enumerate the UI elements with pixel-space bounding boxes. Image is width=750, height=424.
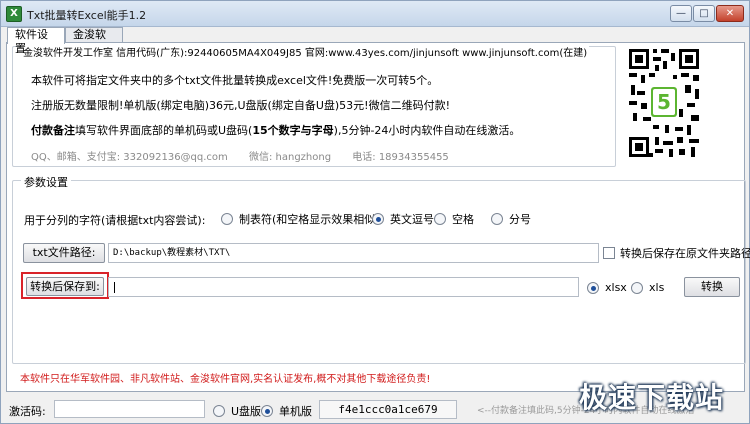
tab-software-settings[interactable]: 软件设置 bbox=[7, 27, 65, 55]
qr-logo-badge: 5 bbox=[657, 90, 671, 114]
radio-space-separator[interactable]: 空格 bbox=[434, 211, 474, 227]
txt-path-input[interactable]: D:\backup\教程素材\TXT\ bbox=[108, 243, 599, 263]
radio-dot-selected bbox=[261, 405, 273, 417]
save-to-input[interactable] bbox=[108, 277, 579, 297]
radio-standalone-edition[interactable]: 单机版 bbox=[261, 403, 312, 419]
radio-usb-label: U盘版 bbox=[231, 405, 262, 418]
info-line-intro: 本软件可将指定文件夹中的多个txt文件批量转换成excel文件!免费版一次可转5… bbox=[31, 74, 439, 87]
app-icon: X bbox=[6, 6, 22, 22]
radio-usb-edition[interactable]: U盘版 bbox=[213, 403, 261, 419]
radio-format-xls[interactable]: xls bbox=[631, 281, 664, 294]
radio-tab-label: 制表符(和空格显示效果相似) bbox=[239, 213, 380, 226]
radio-semicolon-separator[interactable]: 分号 bbox=[491, 211, 531, 227]
params-group: 参数设置 用于分列的字符(请根据txt内容尝试): 制表符(和空格显示效果相似)… bbox=[12, 174, 750, 364]
maximize-button[interactable]: □ bbox=[693, 5, 715, 22]
separator-label: 用于分列的字符(请根据txt内容尝试): bbox=[24, 214, 206, 227]
contact-line: QQ、邮箱、支付宝: 332092136@qq.com 微信: hangzhon… bbox=[31, 148, 467, 163]
radio-dot-selected bbox=[372, 213, 384, 225]
wechat-qr-code: 5 bbox=[625, 45, 703, 161]
payment-note-emphasis: 15个数字与字母 bbox=[252, 124, 334, 137]
radio-dot bbox=[221, 213, 233, 225]
payment-note-text: 填写软件界面底部的单机码或U盘码( bbox=[75, 124, 253, 137]
window-title: Txt批量转Excel能手1.2 bbox=[27, 9, 147, 22]
radio-tab-separator[interactable]: 制表符(和空格显示效果相似) bbox=[221, 211, 380, 227]
radio-format-xlsx[interactable]: xlsx bbox=[587, 281, 627, 294]
tab-jinjun-software[interactable]: 金浚软件 bbox=[65, 27, 123, 55]
checkbox-box bbox=[603, 247, 615, 259]
txt-path-button[interactable]: txt文件路径: bbox=[23, 243, 105, 263]
radio-comma-label: 英文逗号 bbox=[390, 213, 434, 226]
info-legend: 金浚软件开发工作室 信用代码(广东):92440605MA4X049J85 官网… bbox=[21, 44, 590, 59]
settings-panel: 金浚软件开发工作室 信用代码(广东):92440605MA4X049J85 官网… bbox=[6, 42, 750, 392]
minimize-button[interactable]: — bbox=[670, 5, 692, 22]
info-line-payment: 付款备注填写软件界面底部的单机码或U盘码(15个数字与字母),5分钟-24小时内… bbox=[31, 122, 520, 138]
info-group: 金浚软件开发工作室 信用代码(广东):92440605MA4X049J85 官网… bbox=[12, 44, 616, 167]
save-in-source-folder-checkbox[interactable]: 转换后保存在原文件夹路径 bbox=[603, 245, 750, 261]
save-in-source-folder-label: 转换后保存在原文件夹路径 bbox=[620, 247, 750, 260]
radio-dot-selected bbox=[587, 281, 599, 294]
payment-note-label: 付款备注 bbox=[31, 124, 75, 137]
convert-button[interactable]: 转换 bbox=[684, 277, 740, 297]
radio-semicolon-label: 分号 bbox=[509, 213, 531, 226]
download-warning: 本软件只在华军软件园、非凡软件站、金浚软件官网,实名认证发布,概不对其他下载途径… bbox=[20, 374, 431, 385]
contact-phone: 电话: 18934355455 bbox=[352, 152, 449, 163]
save-to-button[interactable]: 转换后保存到: bbox=[26, 277, 104, 296]
title-bar: X Txt批量转Excel能手1.2 — □ ✕ bbox=[1, 1, 749, 27]
params-legend: 参数设置 bbox=[21, 174, 71, 190]
payment-note-tail: ),5分钟-24小时内软件自动在线激活。 bbox=[333, 124, 521, 137]
radio-xlsx-label: xlsx bbox=[605, 281, 627, 294]
radio-dot bbox=[491, 213, 503, 225]
close-button[interactable]: ✕ bbox=[716, 5, 744, 22]
contact-wechat: 微信: hangzhong bbox=[248, 152, 332, 163]
activation-code-input[interactable] bbox=[54, 400, 205, 418]
machine-code-field[interactable]: f4e1ccc0a1ce679 bbox=[319, 400, 457, 419]
contact-email: QQ、邮箱、支付宝: 332092136@qq.com bbox=[31, 152, 228, 163]
radio-standalone-label: 单机版 bbox=[279, 405, 312, 418]
radio-xls-label: xls bbox=[649, 281, 665, 294]
info-line-pricing: 注册版无数量限制!单机版(绑定电脑)36元,U盘版(绑定自备U盘)53元!微信二… bbox=[31, 99, 450, 112]
app-window: X Txt批量转Excel能手1.2 — □ ✕ 软件设置 金浚软件 金浚软件开… bbox=[0, 0, 750, 424]
text-caret bbox=[114, 282, 115, 293]
radio-dot bbox=[213, 405, 225, 417]
radio-dot bbox=[434, 213, 446, 225]
radio-dot bbox=[631, 281, 643, 294]
radio-comma-separator[interactable]: 英文逗号 bbox=[372, 211, 434, 227]
site-watermark: 极速下载站 bbox=[579, 381, 725, 414]
activation-label: 激活码: bbox=[9, 405, 46, 418]
radio-space-label: 空格 bbox=[452, 213, 474, 226]
